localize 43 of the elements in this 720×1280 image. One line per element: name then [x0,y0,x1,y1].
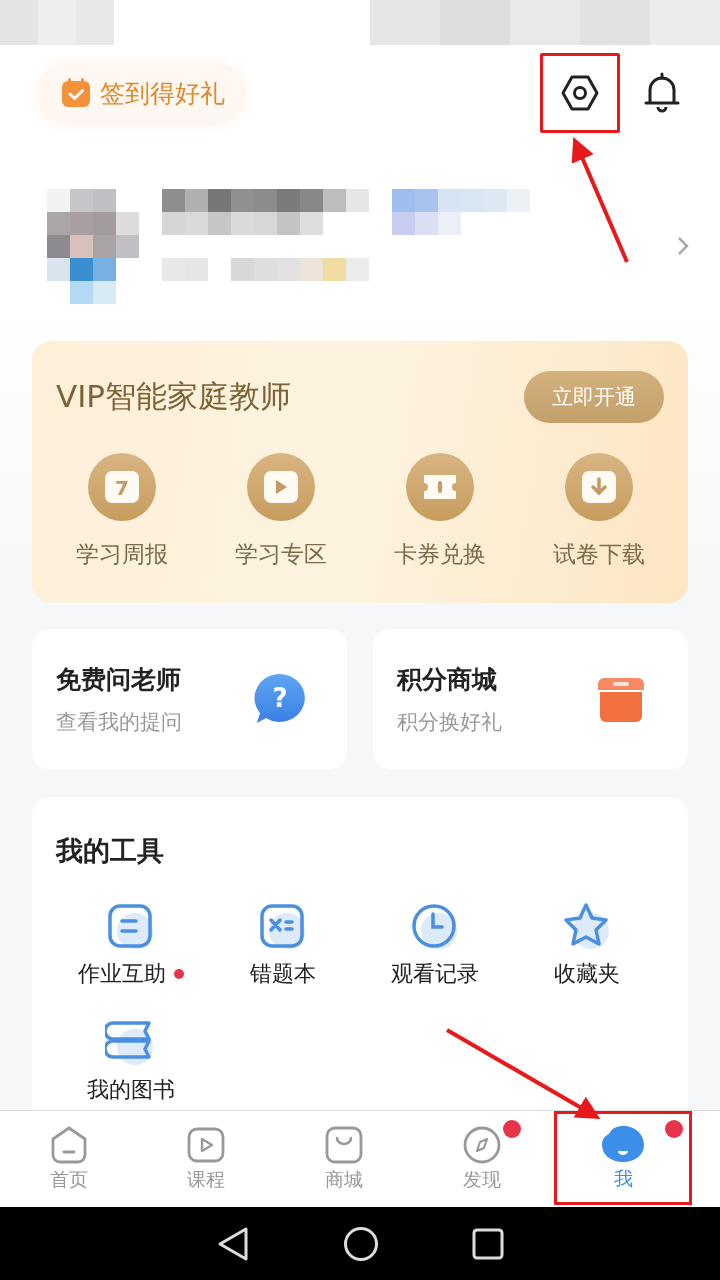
vip-title: VIP智能家庭教师 [56,377,292,416]
shopping-bag-icon [324,1125,364,1165]
tool-label: 收藏夹 [554,960,620,988]
home-circle-icon[interactable] [343,1225,379,1262]
card-title: 免费问老师 [56,663,182,696]
recent-apps-icon[interactable] [471,1227,504,1260]
vip-feature-item[interactable]: 卡券兑换 [360,453,519,570]
tool-item[interactable]: 收藏夹 [511,901,663,989]
tool-label: 错题本 [250,960,316,988]
tool-item[interactable]: 错题本 [207,901,359,989]
tool-label: 我的图书 [87,1076,175,1104]
avatar-icon [600,1124,647,1164]
tab[interactable]: 课程 [137,1111,276,1207]
tool-label: 观看记录 [391,960,479,988]
card-title: 积分商城 [397,663,498,696]
back-icon[interactable] [216,1225,251,1262]
vip-feature-item[interactable]: 试卷下载 [519,453,678,570]
tool-item[interactable]: 观看记录 [359,901,511,989]
card-subtitle: 查看我的提问 [56,708,182,736]
tool-label: 作业互助 [78,960,166,988]
bell-icon [642,71,682,115]
vip-feature-item[interactable]: 7 学习周报 [42,453,201,570]
check-in-button[interactable]: 签到得好礼 [40,64,243,122]
tab[interactable]: 商城 [275,1111,413,1207]
tab[interactable]: 首页 [0,1111,138,1207]
tool-item[interactable]: 作业互助 [55,901,207,989]
play-icon [246,453,315,521]
settings-button[interactable] [540,53,620,133]
download-icon [564,453,633,521]
calendar-check-icon [60,77,92,109]
play-icon [186,1125,227,1165]
ticket-icon [405,453,474,521]
vip-feature-item[interactable]: 学习专区 [201,453,360,570]
calendar-icon: 7 [87,453,156,521]
section-title: 我的工具 [56,834,165,868]
compass-icon [461,1125,502,1165]
feature-card[interactable]: 积分商城 积分换好礼 [373,629,688,769]
card-subtitle: 积分换好礼 [397,708,502,736]
feature-card[interactable]: 免费问老师 查看我的提问 ? [32,629,347,769]
tab[interactable]: 我 [554,1111,692,1205]
tab[interactable]: 发现 [412,1111,551,1207]
tool-item[interactable]: 我的图书 [55,1017,207,1105]
question-bubble-icon: ? [253,672,307,726]
